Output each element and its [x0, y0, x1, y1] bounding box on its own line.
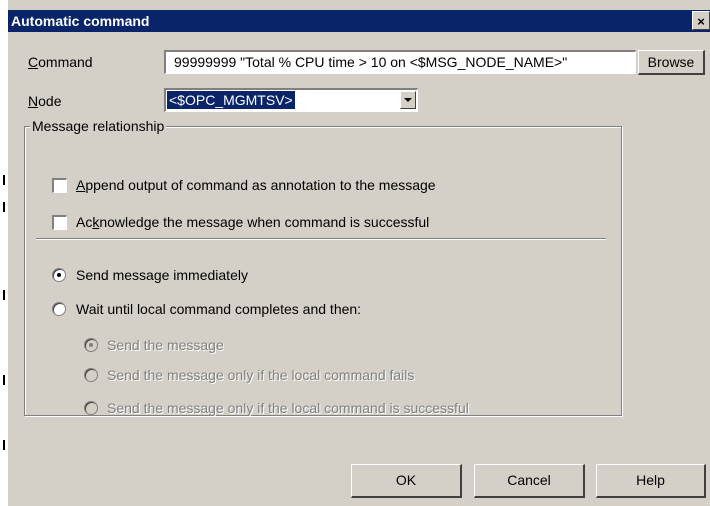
edge-tick	[3, 290, 5, 300]
append-output-label: Append output of command as annotation t…	[76, 177, 436, 193]
node-label: Node	[28, 93, 62, 109]
title-bar: Automatic command ×	[8, 10, 710, 32]
close-icon[interactable]: ×	[692, 11, 710, 30]
help-button[interactable]: Help	[596, 464, 706, 498]
radio-selected-dot	[57, 273, 61, 277]
browse-button[interactable]: Browse	[638, 50, 705, 75]
acknowledge-label: Acknowledge the message when command is …	[76, 214, 430, 230]
edge-tick	[3, 175, 5, 185]
sub-option-send-radio[interactable]	[84, 338, 98, 352]
sub-option-send-label: Send the message	[107, 337, 224, 353]
command-label: Command	[28, 54, 93, 70]
sub-option-success-label: Send the message only if the local comma…	[107, 400, 469, 416]
edge-tick	[3, 202, 5, 212]
group-title: Message relationship	[30, 118, 167, 134]
node-combobox[interactable]: <$OPC_MGMTSV>	[164, 88, 418, 112]
edge-tick	[3, 375, 5, 385]
separator	[36, 238, 606, 240]
wait-until-label: Wait until local command completes and t…	[76, 301, 362, 317]
edge-tick	[3, 440, 5, 450]
sub-option-fails-label: Send the message only if the local comma…	[107, 367, 415, 383]
sub-option-success-radio[interactable]	[84, 401, 98, 415]
ok-button[interactable]: OK	[351, 464, 462, 498]
cancel-button[interactable]: Cancel	[474, 464, 585, 498]
send-immediately-label: Send message immediately	[76, 267, 248, 283]
chevron-down-icon[interactable]	[400, 91, 416, 109]
command-input[interactable]: 99999999 "Total % CPU time > 10 on <$MSG…	[164, 50, 636, 74]
append-output-checkbox[interactable]	[52, 178, 67, 193]
sub-option-fails-radio[interactable]	[84, 368, 98, 382]
send-immediately-radio[interactable]	[52, 268, 66, 282]
node-selected-value: <$OPC_MGMTSV>	[166, 90, 296, 110]
left-edge-strip	[0, 0, 8, 506]
window-title: Automatic command	[11, 13, 150, 29]
wait-until-radio[interactable]	[52, 302, 66, 316]
radio-selected-dot	[89, 343, 93, 347]
acknowledge-checkbox[interactable]	[52, 215, 67, 230]
